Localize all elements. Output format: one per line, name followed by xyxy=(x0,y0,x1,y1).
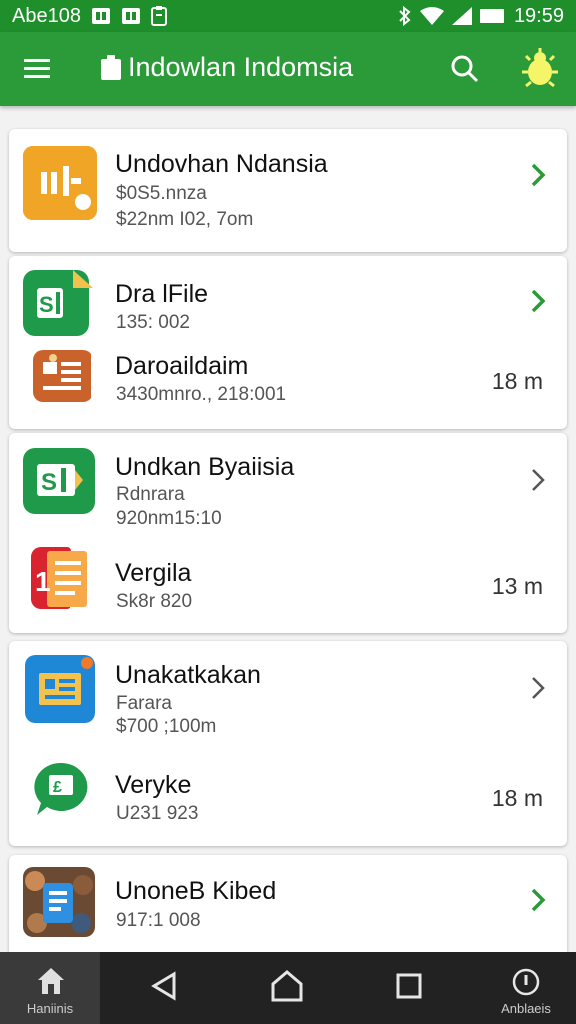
app-icon xyxy=(23,867,95,937)
wifi-icon xyxy=(419,7,444,25)
list-item[interactable]: Unakatkakan Farara $700 ;100m xyxy=(9,641,567,743)
item-detail: $700 ;100m xyxy=(116,716,217,737)
app-bar: Indowlan Indomsia xyxy=(0,32,576,106)
notification-icon xyxy=(91,7,111,25)
item-title: Undkan Byaiisia xyxy=(115,453,295,481)
nav-about-label: Anblaeis xyxy=(501,1001,551,1016)
app-icon xyxy=(23,146,97,220)
item-subtitle: Sk8r 820 xyxy=(116,591,193,612)
battery-icon xyxy=(479,8,506,24)
chevron-right-icon xyxy=(531,163,546,187)
home-outline-icon xyxy=(271,970,303,1002)
recents-button[interactable] xyxy=(389,966,429,1006)
item-subtitle: Farara xyxy=(116,693,172,714)
list-item[interactable]: S Undkan Byaiisia Rdnrara 920nm15:10 xyxy=(9,433,567,533)
app-card: Unakatkakan Farara $700 ;100m £ Veryke U… xyxy=(9,641,567,846)
item-subtitle: 135: 002 xyxy=(116,312,190,333)
list-item[interactable]: 1 Vergila Sk8r 820 13 m xyxy=(9,533,567,633)
app-title-text: Indowlan Indomsia xyxy=(128,52,354,82)
document-icon: 1 xyxy=(31,547,93,609)
item-subtitle: U231 923 xyxy=(116,803,199,824)
nav-home-tab[interactable]: Haniinis xyxy=(0,952,100,1024)
app-icon xyxy=(25,655,95,723)
app-card: S Dra lFile 135: 002 Daroaildaim 3430mnr… xyxy=(9,256,567,429)
list-item[interactable]: Undovhan Ndansia $0S5.nnza $22nm I02, 7o… xyxy=(9,129,567,252)
list-item[interactable]: £ Veryke U231 923 18 m xyxy=(9,743,567,846)
signal-icon xyxy=(451,7,472,25)
info-icon xyxy=(512,968,540,996)
chevron-right-icon xyxy=(531,289,546,313)
home-icon xyxy=(38,968,64,994)
back-triangle-icon xyxy=(151,971,176,1001)
item-size: 13 m xyxy=(491,573,543,599)
search-button[interactable] xyxy=(448,52,482,86)
item-title: Unakatkakan xyxy=(115,661,261,689)
svg-text:£: £ xyxy=(53,779,62,796)
chevron-right-icon xyxy=(532,469,545,491)
debug-button[interactable] xyxy=(518,46,562,92)
item-title: Vergila xyxy=(115,559,192,587)
clipboard-icon xyxy=(150,6,167,26)
home-button[interactable] xyxy=(267,966,307,1006)
list-item[interactable]: S Dra lFile 135: 002 xyxy=(9,256,567,344)
item-size: 18 m xyxy=(491,785,543,811)
list-item[interactable]: UnoneB Kibed 917:1 008 xyxy=(9,855,567,952)
app-title: Indowlan Indomsia xyxy=(100,52,353,83)
app-logo-icon xyxy=(101,54,121,80)
svg-text:S: S xyxy=(41,469,57,496)
carrier-label: Abe108 xyxy=(12,4,81,27)
chevron-right-icon xyxy=(532,677,545,699)
document-icon xyxy=(33,350,93,402)
svg-text:1: 1 xyxy=(35,566,51,597)
nav-home-label: Haniinis xyxy=(26,1001,74,1016)
bug-icon xyxy=(522,48,558,88)
search-icon xyxy=(451,55,479,83)
chat-icon: £ xyxy=(33,761,93,817)
item-detail: $22nm I02, 7om xyxy=(116,209,254,230)
list-item[interactable]: Daroaildaim 3430mnro., 218:001 18 m xyxy=(9,344,567,429)
app-card: Undovhan Ndansia $0S5.nnza $22nm I02, 7o… xyxy=(9,129,567,252)
menu-button[interactable] xyxy=(20,54,54,84)
bluetooth-icon xyxy=(398,6,412,26)
clock-label: 19:59 xyxy=(513,4,564,27)
bottom-navigation-bar: Haniinis Anblaeis xyxy=(0,952,576,1024)
item-title: Daroaildaim xyxy=(115,352,249,380)
item-size: 18 m xyxy=(491,368,543,394)
app-card: S Undkan Byaiisia Rdnrara 920nm15:10 1 V… xyxy=(9,433,567,633)
sheets-icon: S xyxy=(23,270,93,336)
item-subtitle: Rdnrara xyxy=(116,484,185,505)
hamburger-menu-icon xyxy=(24,59,50,78)
sheets-icon: S xyxy=(23,448,95,514)
item-title: Dra lFile xyxy=(115,280,209,308)
nav-about-tab[interactable]: Anblaeis xyxy=(476,952,576,1024)
item-subtitle: 917:1 008 xyxy=(116,910,201,931)
back-button[interactable] xyxy=(144,966,184,1006)
item-subtitle: 3430mnro., 218:001 xyxy=(116,384,287,405)
svg-text:S: S xyxy=(39,292,54,317)
status-bar: Abe108 19:59 xyxy=(0,0,576,32)
item-title: Veryke xyxy=(115,771,192,799)
app-card: UnoneB Kibed 917:1 008 xyxy=(9,855,567,960)
item-title: UnoneB Kibed xyxy=(115,877,277,905)
notification-icon xyxy=(121,7,141,25)
recents-square-icon xyxy=(396,973,422,999)
chevron-right-icon xyxy=(531,888,546,912)
item-title: Undovhan Ndansia xyxy=(115,150,328,178)
item-detail: 920nm15:10 xyxy=(116,508,222,529)
item-subtitle: $0S5.nnza xyxy=(116,183,207,204)
